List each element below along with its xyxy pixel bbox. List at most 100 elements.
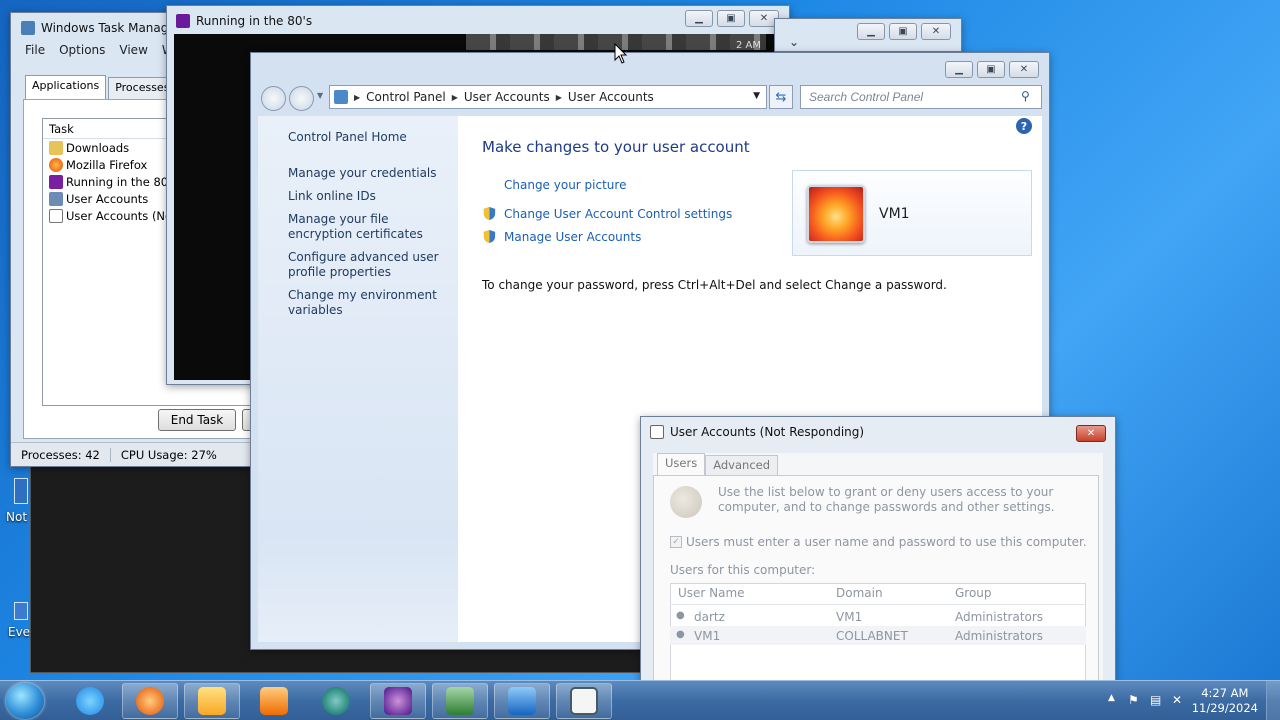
taskbar-video-button[interactable] xyxy=(370,683,426,719)
cell-group: Administrators xyxy=(955,629,1044,643)
cell-domain: COLLABNET xyxy=(836,629,908,643)
folder-icon xyxy=(198,687,226,715)
user-icon: ● xyxy=(676,610,685,621)
show-desktop-button[interactable] xyxy=(1266,681,1280,720)
manage-user-accounts-link[interactable]: Manage User Accounts xyxy=(504,230,641,244)
user-avatar[interactable] xyxy=(807,185,865,243)
change-picture-link[interactable]: Change your picture xyxy=(504,178,626,192)
window-title: Running in the 80's xyxy=(196,14,313,28)
maximize-button[interactable]: ▣ xyxy=(717,10,745,27)
network-icon[interactable]: ▤ xyxy=(1150,693,1164,707)
status-cpu: CPU Usage: 27% xyxy=(120,447,217,462)
clock-date: 11/29/2024 xyxy=(1191,701,1258,715)
task-name: Mozilla Firefox xyxy=(66,157,148,172)
login-required-checkbox[interactable]: ✓ xyxy=(670,536,682,548)
tab-advanced[interactable]: Advanced xyxy=(705,455,779,475)
menu-bar: File Options View Wi xyxy=(25,43,177,57)
task-manager-icon xyxy=(21,21,35,35)
table-row[interactable]: ● dartz VM1 Administrators xyxy=(670,607,1086,626)
firefox-icon xyxy=(136,687,164,715)
taskbar: ▲ ⚑ ▤ ✕ 4:27 AM 11/29/2024 xyxy=(0,680,1280,720)
window-title: User Accounts (Not Responding) xyxy=(670,425,865,439)
page-title: Make changes to your user account xyxy=(482,138,750,156)
menu-view[interactable]: View xyxy=(119,43,147,57)
control-panel-icon xyxy=(508,687,536,715)
taskbar-app-button[interactable] xyxy=(308,683,364,719)
search-icon[interactable]: ⚲ xyxy=(1021,89,1030,103)
minimize-button[interactable]: ▁ xyxy=(857,23,885,40)
user-accounts-icon xyxy=(49,191,63,206)
column-header-user[interactable]: User Name xyxy=(678,586,745,600)
address-bar[interactable]: ▶ Control Panel ▶ User Accounts ▶ User Acco… xyxy=(329,85,767,109)
file-encryption-link[interactable]: Manage your file encryption certificates xyxy=(288,212,448,242)
search-input[interactable] xyxy=(800,85,1042,109)
table-row[interactable]: ● VM1 COLLABNET Administrators xyxy=(670,626,1086,645)
window-icon xyxy=(49,208,63,223)
ie-icon xyxy=(76,687,104,715)
manage-credentials-link[interactable]: Manage your credentials xyxy=(288,166,448,181)
cell-user: dartz xyxy=(694,610,725,624)
end-task-button[interactable]: End Task xyxy=(158,409,236,431)
menu-file[interactable]: File xyxy=(25,43,45,57)
chevron-down-icon[interactable]: ⌄ xyxy=(789,35,799,49)
user-icon: ● xyxy=(676,629,685,640)
background-window[interactable]: ⌄ ▁ ▣ ✕ xyxy=(774,18,962,52)
recent-pages-dropdown[interactable]: ▼ xyxy=(317,91,323,100)
breadcrumb[interactable]: ▶ User Accounts xyxy=(452,90,550,104)
task-manager-icon xyxy=(446,687,474,715)
maximize-button[interactable]: ▣ xyxy=(889,23,917,40)
uac-settings-link[interactable]: Change User Account Control settings xyxy=(504,207,732,221)
desktop-icon-label[interactable]: Not xyxy=(6,510,27,524)
column-header-group[interactable]: Group xyxy=(955,586,992,600)
user-accounts-dialog[interactable]: User Accounts (Not Responding) ✕ Users A… xyxy=(640,416,1116,684)
action-center-icon[interactable]: ⚑ xyxy=(1128,693,1142,707)
control-panel-home-link[interactable]: Control Panel Home xyxy=(288,130,448,145)
maximize-button[interactable]: ▣ xyxy=(977,61,1005,78)
taskbar-explorer-button[interactable] xyxy=(184,683,240,719)
app-icon xyxy=(322,687,350,715)
minimize-button[interactable]: ▁ xyxy=(685,10,713,27)
taskbar-media-button[interactable] xyxy=(246,683,302,719)
start-button[interactable] xyxy=(6,683,44,719)
video-overlay-text: 2 AM xyxy=(736,40,762,51)
menu-options[interactable]: Options xyxy=(59,43,105,57)
desktop-shortcut-icon[interactable] xyxy=(14,478,28,504)
tab-applications[interactable]: Applications xyxy=(25,75,107,99)
breadcrumb[interactable]: ▶ Control Panel xyxy=(354,90,446,104)
show-hidden-icons-icon[interactable]: ▲ xyxy=(1108,693,1122,707)
taskbar-user-accounts-button[interactable] xyxy=(556,683,612,719)
window-title: Windows Task Manager xyxy=(41,21,181,35)
volume-muted-icon[interactable]: ✕ xyxy=(1172,693,1186,707)
task-name: User Accounts xyxy=(66,191,149,206)
dialog-icon xyxy=(650,425,664,439)
breadcrumb[interactable]: ▶ User Accounts xyxy=(556,90,654,104)
help-icon[interactable]: ? xyxy=(1016,118,1032,134)
advanced-profile-link[interactable]: Configure advanced user profile properti… xyxy=(288,250,448,280)
close-button[interactable]: ✕ xyxy=(921,23,951,40)
status-bar: Processes: 42 CPU Usage: 27% xyxy=(11,442,259,466)
column-header-domain[interactable]: Domain xyxy=(836,586,883,600)
address-dropdown-icon[interactable]: ▼ xyxy=(753,91,760,101)
taskbar-firefox-button[interactable] xyxy=(122,683,178,719)
uac-shield-icon xyxy=(483,206,496,221)
cell-user: VM1 xyxy=(694,629,721,643)
close-button[interactable]: ✕ xyxy=(1009,61,1039,78)
environment-variables-link[interactable]: Change my environment variables xyxy=(288,288,448,318)
tab-users[interactable]: Users xyxy=(657,453,706,475)
status-processes: Processes: 42 xyxy=(11,447,111,462)
taskbar-ie-button[interactable] xyxy=(62,683,118,719)
link-online-ids-link[interactable]: Link online IDs xyxy=(288,189,448,204)
forward-button[interactable] xyxy=(289,86,314,111)
user-name: VM1 xyxy=(879,206,910,222)
close-button[interactable]: ✕ xyxy=(1076,425,1106,442)
clock[interactable]: 4:27 AM 11/29/2024 xyxy=(1192,686,1258,716)
navigation-bar: ▼ ▶ Control Panel ▶ User Accounts ▶ User Ac… xyxy=(251,83,1049,113)
desktop-icon-label[interactable]: Eve xyxy=(8,625,30,639)
taskbar-control-panel-button[interactable] xyxy=(494,683,550,719)
taskbar-task-manager-button[interactable] xyxy=(432,683,488,719)
desktop-shortcut-icon[interactable] xyxy=(14,602,28,620)
refresh-button[interactable]: ⇆ xyxy=(769,85,793,109)
minimize-button[interactable]: ▁ xyxy=(945,61,973,78)
back-button[interactable] xyxy=(261,86,286,111)
task-name: Downloads xyxy=(66,140,130,155)
